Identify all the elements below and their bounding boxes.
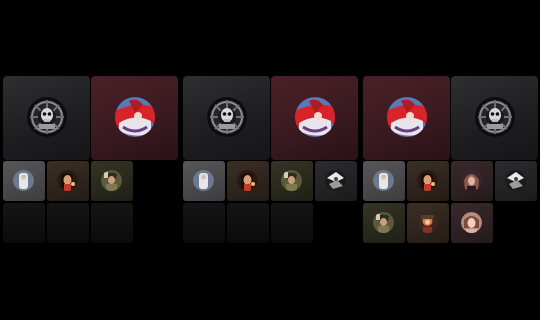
participant-avatar [417,212,438,233]
participant-tile[interactable] [47,161,89,201]
participant-avatar [57,170,78,191]
empty-tile [271,203,313,243]
call-panel-2 [183,76,359,244]
primary-video-tile[interactable] [451,76,538,160]
primary-video-tile[interactable] [3,76,90,160]
empty-tile [91,203,133,243]
participant-tile[interactable] [407,203,449,243]
participant-tile[interactable] [363,203,405,243]
participant-tile[interactable] [451,161,493,201]
participant-avatar [325,170,346,191]
call-panel-3 [363,76,539,244]
primary-video-tile[interactable] [271,76,358,160]
skull-wheel-avatar [27,97,67,137]
participant-tile[interactable] [315,161,357,201]
participant-tile[interactable] [363,161,405,201]
participant-avatar [505,170,526,191]
participant-avatar [281,170,302,191]
red-figure-avatar [295,97,335,137]
participant-avatar [237,170,258,191]
participant-avatar [101,170,122,191]
participant-avatar [373,170,394,191]
red-figure-avatar [115,97,155,137]
call-panel-1 [3,76,179,244]
participant-avatar [461,170,482,191]
participant-avatar [417,170,438,191]
participant-tile[interactable] [451,203,493,243]
primary-video-tile[interactable] [91,76,178,160]
participant-tile[interactable] [227,161,269,201]
empty-tile [227,203,269,243]
skull-wheel-avatar [475,97,515,137]
red-figure-avatar [387,97,427,137]
participant-tile[interactable] [183,161,225,201]
participant-tile[interactable] [407,161,449,201]
participant-tile[interactable] [3,161,45,201]
primary-video-tile[interactable] [183,76,270,160]
primary-video-tile[interactable] [363,76,450,160]
empty-tile [3,203,45,243]
skull-wheel-avatar [207,97,247,137]
participant-avatar [193,170,214,191]
participant-avatar [13,170,34,191]
participant-avatar [461,212,482,233]
participant-tile[interactable] [91,161,133,201]
empty-tile [183,203,225,243]
participant-tile[interactable] [271,161,313,201]
participant-tile[interactable] [495,161,537,201]
empty-tile [47,203,89,243]
participant-avatar [373,212,394,233]
